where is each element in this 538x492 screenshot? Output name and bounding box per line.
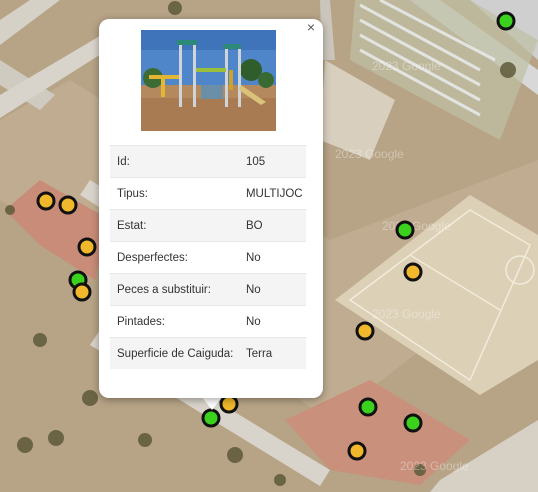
map-watermark: 2023 Google <box>400 459 469 473</box>
popup-tip <box>201 396 223 410</box>
attribute-label: Superficie de Caiguda: <box>110 337 240 369</box>
map-marker-yellow[interactable] <box>72 282 92 302</box>
attribute-value: No <box>239 241 306 274</box>
attribute-value: No <box>239 273 306 306</box>
table-row: Desperfectes: No <box>110 241 306 274</box>
playground-photo <box>141 30 276 131</box>
map-marker-green[interactable] <box>201 408 221 428</box>
attribute-label: Desperfectes: <box>110 241 240 274</box>
attribute-label: Peces a substituir: <box>110 273 240 306</box>
map-marker-green[interactable] <box>403 413 423 433</box>
map-marker-yellow[interactable] <box>58 195 78 215</box>
attribute-value: BO <box>239 209 306 242</box>
map-marker-yellow[interactable] <box>36 191 56 211</box>
attributes-table: Id: 105 Tipus: MULTIJOC Estat: BO Desperfec… <box>110 145 306 369</box>
map-watermark: 2023 Google <box>372 59 441 73</box>
table-row: Peces a substituir: No <box>110 273 306 306</box>
attribute-value: MULTIJOC <box>239 177 306 210</box>
feature-popup: × Id: 105 Tipus: MULTIJOC Estat: BO Desperf… <box>99 19 323 398</box>
map-watermark: 2023 Google <box>372 307 441 321</box>
attribute-label: Estat: <box>110 209 240 242</box>
attribute-label: Tipus: <box>110 177 240 210</box>
map-marker-yellow[interactable] <box>355 321 375 341</box>
table-row: Pintades: No <box>110 305 306 338</box>
attribute-label: Id: <box>110 145 240 178</box>
close-icon[interactable]: × <box>303 19 319 35</box>
map-watermark: 2023 Google <box>382 219 451 233</box>
attribute-value: No <box>239 305 306 338</box>
attribute-label: Pintades: <box>110 305 240 338</box>
attribute-value: Terra <box>239 337 306 369</box>
map-marker-yellow[interactable] <box>403 262 423 282</box>
table-row: Superficie de Caiguda: Terra <box>110 337 306 369</box>
table-row: Estat: BO <box>110 209 306 242</box>
map-marker-yellow[interactable] <box>347 441 367 461</box>
attribute-value: 105 <box>239 145 306 178</box>
map-marker-green[interactable] <box>358 397 378 417</box>
table-row: Id: 105 <box>110 145 306 178</box>
map-marker-green[interactable] <box>395 220 415 240</box>
map-marker-yellow[interactable] <box>77 237 97 257</box>
map-marker-green[interactable] <box>496 11 516 31</box>
map-watermark: 2023 Google <box>335 147 404 161</box>
table-row: Tipus: MULTIJOC <box>110 177 306 210</box>
